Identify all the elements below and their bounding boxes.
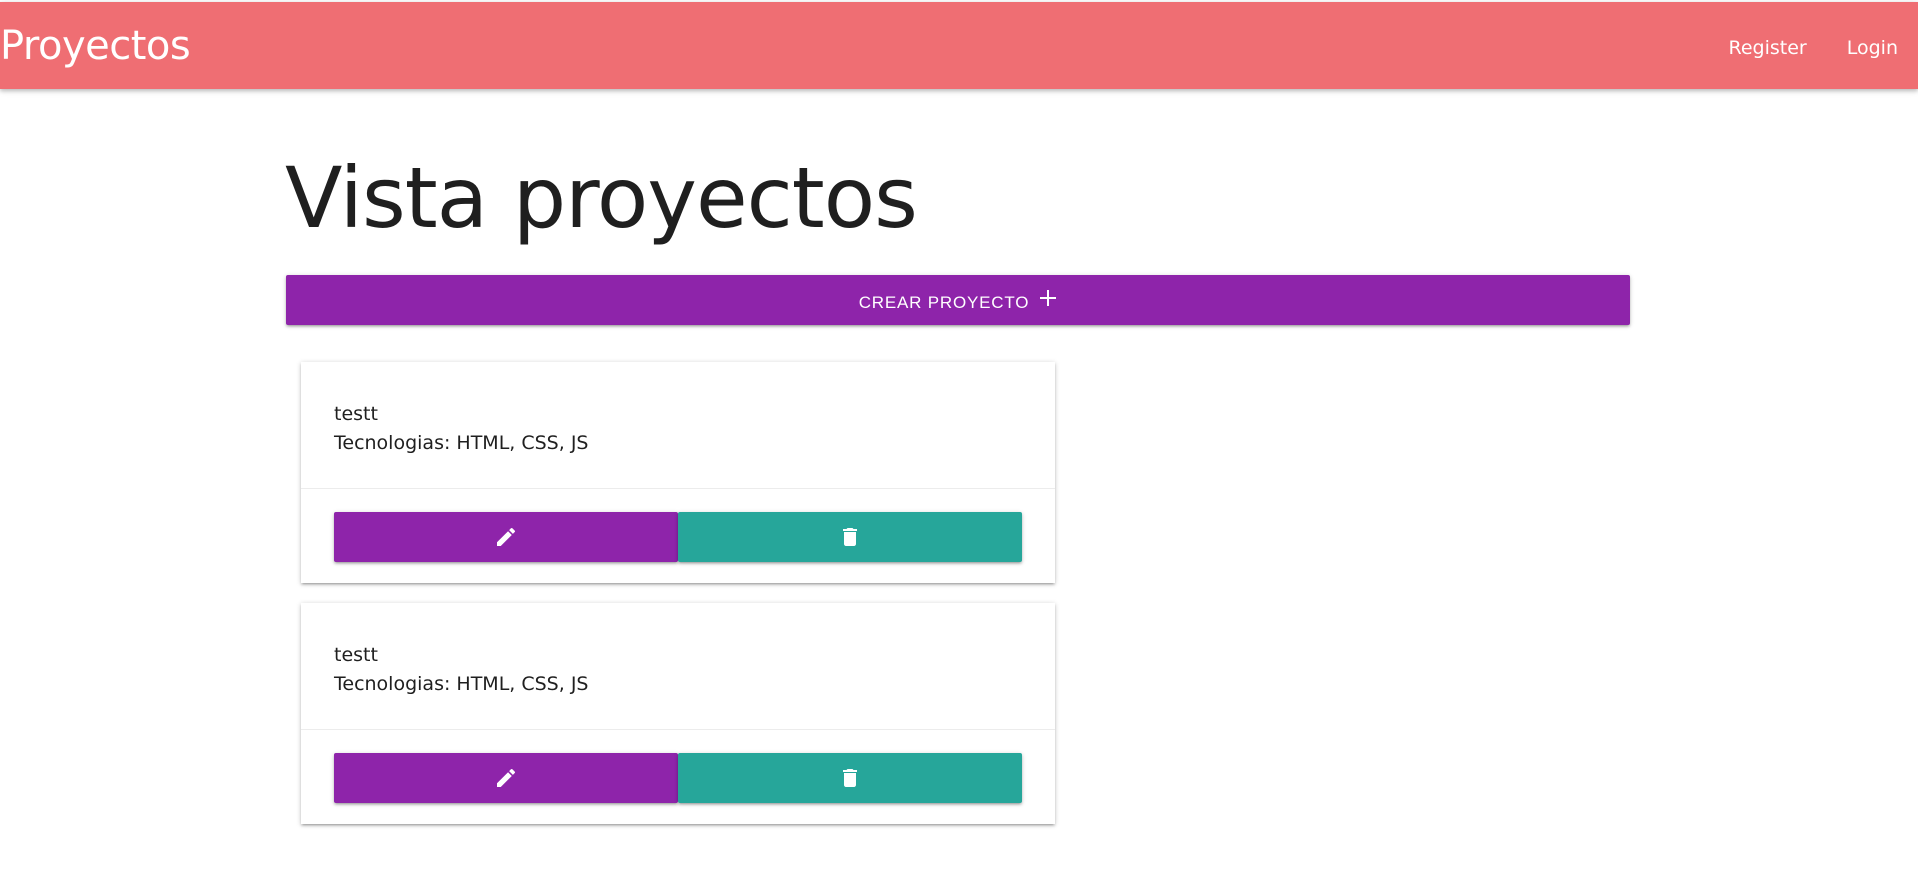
nav-login-link[interactable]: Login: [1827, 2, 1918, 89]
pencil-icon: [494, 525, 518, 549]
project-technologies: Tecnologias: HTML, CSS, JS: [334, 432, 589, 454]
top-navbar: Proyectos Register Login: [0, 2, 1918, 89]
trash-icon: [838, 525, 862, 549]
delete-project-button[interactable]: [678, 512, 1022, 562]
nav-register-link[interactable]: Register: [1709, 2, 1827, 89]
project-technologies: Tecnologias: HTML, CSS, JS: [334, 673, 589, 695]
page-title: Vista proyectos: [285, 149, 918, 247]
project-card-content: testt Tecnologias: HTML, CSS, JS: [301, 603, 1055, 730]
edit-project-button[interactable]: [334, 753, 678, 803]
brand-logo[interactable]: Proyectos: [0, 22, 191, 70]
nav-links: Register Login: [1709, 2, 1918, 89]
create-project-button[interactable]: Crear proyecto: [286, 275, 1630, 325]
project-card-content: testt Tecnologias: HTML, CSS, JS: [301, 362, 1055, 489]
project-card: testt Tecnologias: HTML, CSS, JS: [301, 603, 1055, 824]
project-card-actions: [334, 512, 1022, 562]
project-name: testt: [334, 644, 378, 666]
pencil-icon: [494, 766, 518, 790]
plus-icon: [1039, 289, 1057, 307]
project-card-actions: [334, 753, 1022, 803]
trash-icon: [838, 766, 862, 790]
project-name: testt: [334, 403, 378, 425]
project-card: testt Tecnologias: HTML, CSS, JS: [301, 362, 1055, 583]
delete-project-button[interactable]: [678, 753, 1022, 803]
create-project-label: Crear proyecto: [858, 293, 1030, 312]
edit-project-button[interactable]: [334, 512, 678, 562]
